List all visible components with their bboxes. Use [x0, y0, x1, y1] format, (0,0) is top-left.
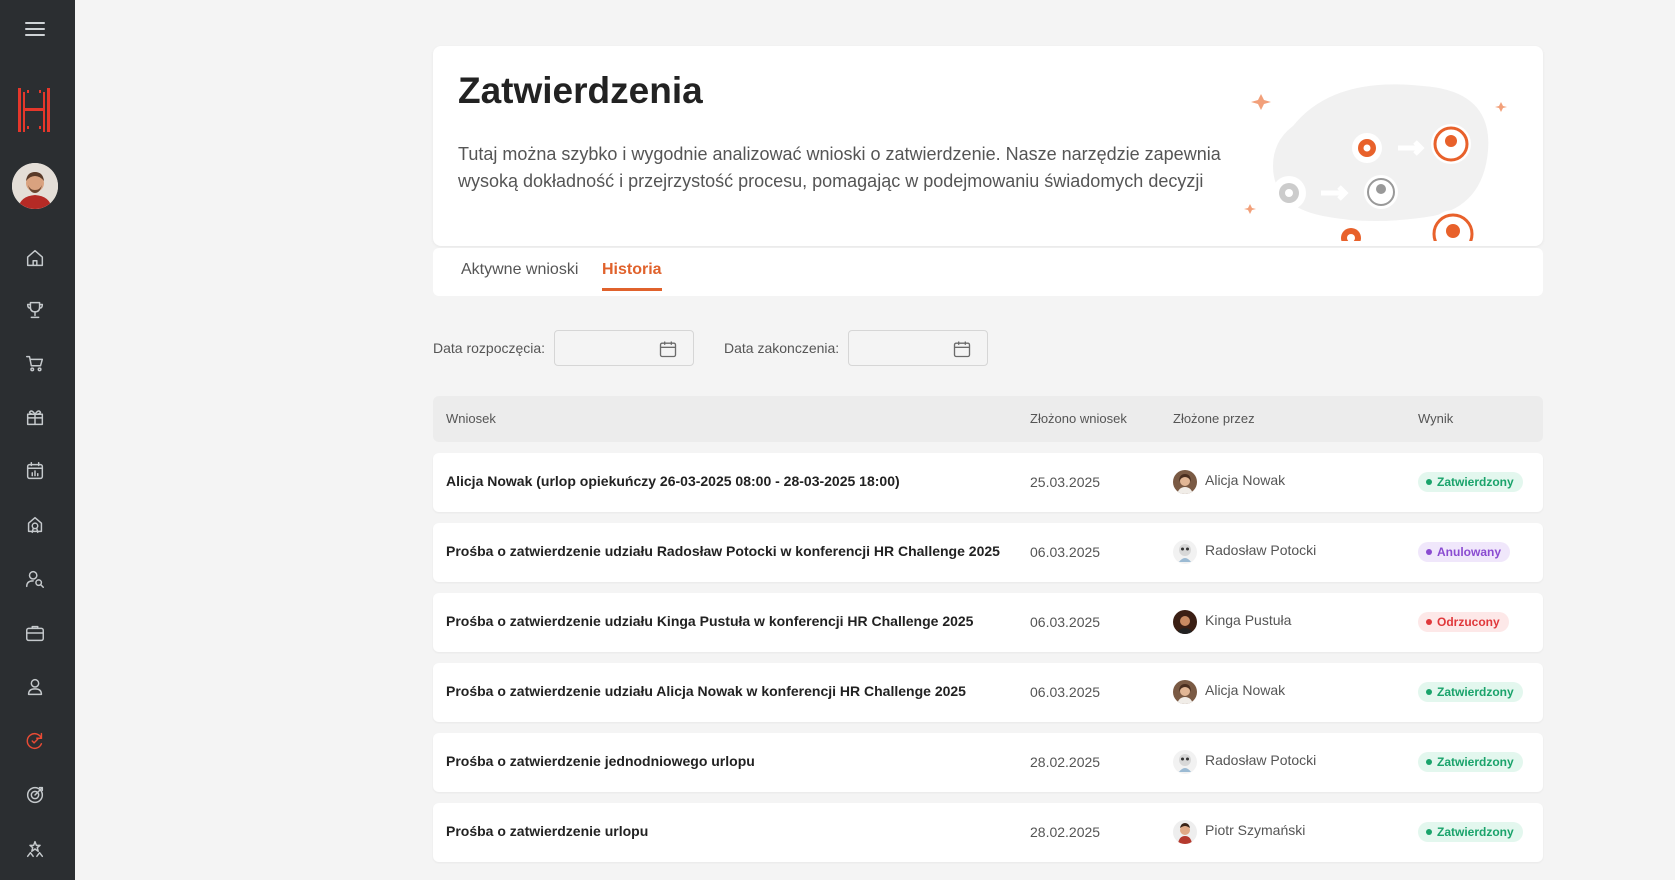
column-header: Wynik: [1418, 411, 1454, 426]
tab-active-requests[interactable]: Aktywne wnioski: [461, 261, 578, 288]
cart-icon[interactable]: [22, 350, 48, 376]
submitter-avatar: [1173, 680, 1197, 704]
submitter-name: Radosław Potocki: [1205, 542, 1317, 558]
approvals-icon[interactable]: [22, 728, 48, 754]
status-badge: Odrzucony: [1418, 612, 1509, 632]
app-logo[interactable]: [16, 84, 52, 136]
page-description: Tutaj można szybko i wygodnie analizować…: [458, 144, 1221, 191]
tabs-bar: Aktywne wnioski Historia: [433, 248, 1543, 296]
column-header: Złożone przez: [1173, 411, 1255, 426]
request-date: 25.03.2025: [1030, 474, 1101, 490]
gift-icon[interactable]: [22, 404, 48, 430]
target-icon[interactable]: [22, 782, 48, 808]
submitter-avatar: [1173, 820, 1197, 844]
status-badge: Anulowany: [1418, 542, 1511, 562]
submitter-avatar: [1173, 540, 1197, 564]
request-title: Prośba o zatwierdzenie jednodniowego url…: [446, 753, 755, 769]
user-search-icon[interactable]: [22, 566, 48, 592]
submitter-avatar: [1173, 750, 1197, 774]
submitter-avatar: [1173, 610, 1197, 634]
request-title: Prośba o zatwierdzenie udziału Radosław …: [446, 543, 1000, 559]
request-date: 06.03.2025: [1030, 544, 1101, 560]
submitter-name: Kinga Pustuła: [1205, 612, 1292, 628]
status-badge: Zatwierdzony: [1418, 752, 1523, 772]
request-date: 06.03.2025: [1030, 684, 1101, 700]
end-date-label: Data zakonczenia:: [724, 340, 840, 356]
header-card: Zatwierdzenia Tutaj można szybko i wygod…: [433, 46, 1543, 246]
person-icon[interactable]: [22, 674, 48, 700]
submitter-name: Radosław Potocki: [1205, 752, 1317, 768]
request-title: Prośba o zatwierdzenie udziału Alicja No…: [446, 683, 966, 699]
stars-icon[interactable]: [22, 836, 48, 862]
status-badge: Zatwierdzony: [1418, 472, 1523, 492]
start-date-label: Data rozpoczęcia:: [433, 340, 546, 356]
column-header[interactable]: Złożono wniosek: [1030, 411, 1127, 426]
approvals-illustration: [1244, 84, 1507, 241]
table-header: Wniosek Złożono wniosek Złożone przez Wy…: [433, 396, 1543, 442]
page-title: Zatwierdzenia: [458, 70, 703, 111]
award-icon[interactable]: [22, 512, 48, 538]
table-row[interactable]: Alicja Nowak (urlop opiekuńczy 26-03-202…: [433, 453, 1543, 512]
request-date: 06.03.2025: [1030, 614, 1101, 630]
table-row[interactable]: Prośba o zatwierdzenie udziału Kinga Pus…: [433, 593, 1543, 652]
submitter-name: Alicja Nowak: [1205, 682, 1286, 698]
start-date-input[interactable]: [554, 330, 694, 366]
calendar-icon[interactable]: [658, 339, 678, 359]
request-title: Prośba o zatwierdzenie udziału Kinga Pus…: [446, 613, 974, 629]
home-icon[interactable]: [22, 245, 48, 271]
calendar-icon[interactable]: [952, 339, 972, 359]
table-row[interactable]: Prośba o zatwierdzenie jednodniowego url…: [433, 733, 1543, 792]
request-title: Alicja Nowak (urlop opiekuńczy 26-03-202…: [446, 473, 900, 489]
trophy-icon[interactable]: [22, 297, 48, 323]
status-badge: Zatwierdzony: [1418, 822, 1523, 842]
submitter-name: Piotr Szymański: [1205, 822, 1306, 838]
calendar-chart-icon[interactable]: [22, 458, 48, 484]
hamburger-menu-icon[interactable]: [25, 22, 45, 38]
briefcase-icon[interactable]: [22, 620, 48, 646]
column-header: Wniosek: [446, 411, 496, 426]
request-date: 28.02.2025: [1030, 754, 1101, 770]
tab-history[interactable]: Historia: [602, 261, 662, 291]
table-row[interactable]: Prośba o zatwierdzenie udziału Radosław …: [433, 523, 1543, 582]
submitter-avatar: [1173, 470, 1197, 494]
submitter-name: Alicja Nowak: [1205, 472, 1286, 488]
status-badge: Zatwierdzony: [1418, 682, 1523, 702]
table-row[interactable]: Prośba o zatwierdzenie urlopu 28.02.2025 P…: [433, 803, 1543, 862]
request-title: Prośba o zatwierdzenie urlopu: [446, 823, 649, 839]
table-row[interactable]: Prośba o zatwierdzenie udziału Alicja No…: [433, 663, 1543, 722]
user-avatar[interactable]: [12, 163, 58, 209]
end-date-input[interactable]: [848, 330, 988, 366]
request-date: 28.02.2025: [1030, 824, 1101, 840]
sidebar: [0, 0, 75, 880]
